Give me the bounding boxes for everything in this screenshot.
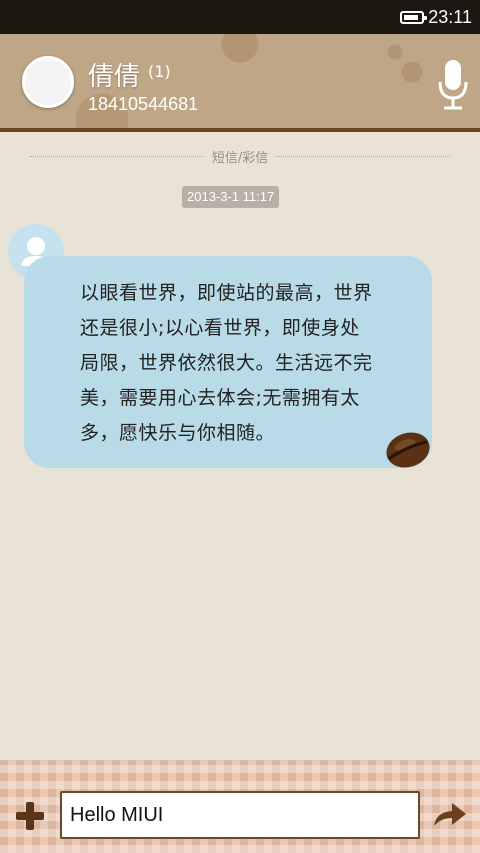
message-line: 局限，世界依然很大。生活远不完 [80,352,373,374]
message-line: 多，愿快乐与你相随。 [80,422,276,444]
microphone-icon [438,60,468,110]
message-input[interactable] [60,791,420,839]
message-type-label: 短信/彩信 [211,150,269,166]
message-line: 以眼看世界，即使站的最高，世界 [80,282,373,304]
message-type-divider: 短信/彩信 [30,146,451,166]
add-attachment-button[interactable] [14,800,46,832]
contact-name: 倩倩 [88,62,141,92]
composer-bar [0,760,480,853]
message-list[interactable]: 短信/彩信 2013-3-1 11:17 以眼看世界，即使站的最高，世界 还是很… [0,132,480,760]
message-line: 美，需要用心去体会;无需拥有太 [80,387,360,409]
divider-line [276,155,451,157]
plus-icon [16,802,44,830]
send-button[interactable] [432,800,468,830]
status-time: 23:11 [428,6,472,27]
contact-avatar[interactable] [22,56,74,108]
status-bar: 23:11 [0,0,480,34]
coffee-bean-icon [386,432,430,468]
unread-count: (1) [148,62,171,81]
send-arrow-icon [434,803,466,826]
conversation-header: 倩倩 (1) 18410544681 [0,34,480,132]
person-avatar-icon [25,59,71,105]
message-text: 以眼看世界，即使站的最高，世界 还是很小;以心看世界，即使身处 局限，世界依然很… [80,276,410,451]
contact-number: 18410544681 [88,94,199,114]
battery-icon [400,10,428,24]
voice-input-button[interactable] [436,58,470,112]
incoming-message-bubble[interactable]: 以眼看世界，即使站的最高，世界 还是很小;以心看世界，即使身处 局限，世界依然很… [24,256,432,468]
divider-line [30,155,204,157]
message-timestamp: 2013-3-1 11:17 [182,186,280,208]
message-line: 还是很小;以心看世界，即使身处 [80,317,360,339]
